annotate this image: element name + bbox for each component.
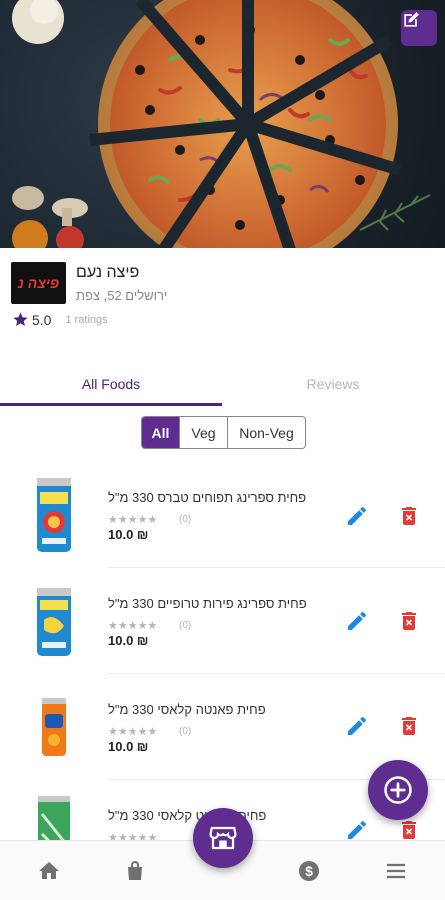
filter-veg[interactable]: Veg — [179, 417, 227, 448]
pizza-illustration — [12, 0, 431, 248]
nav-earnings[interactable]: $ — [296, 858, 322, 884]
food-ratings-count: (0) — [179, 620, 192, 631]
food-item[interactable]: פחית ספרינג פירות טרופיים 330 מ"ל ★★★★★ … — [0, 582, 445, 688]
food-ratings-count: (0) — [179, 514, 192, 525]
store-address: ירושלים 52, צפת — [76, 288, 168, 303]
edit-pencil-icon[interactable] — [345, 818, 369, 842]
tab-all-foods[interactable]: All Foods — [0, 362, 222, 406]
nav-home[interactable] — [36, 858, 62, 884]
edit-pencil-icon[interactable] — [345, 714, 369, 738]
add-circle-icon — [384, 776, 412, 804]
apple-can-icon — [37, 478, 71, 552]
ratings-count: 1 ratings — [65, 313, 108, 326]
filter-non-veg[interactable]: Non-Veg — [227, 417, 305, 448]
delete-trash-icon[interactable] — [397, 609, 421, 633]
food-price: 10.0 ₪ — [108, 527, 149, 542]
star-icon — [13, 312, 28, 327]
edit-pencil-icon[interactable] — [345, 504, 369, 528]
store-icon — [209, 826, 237, 850]
edit-square-icon — [404, 12, 419, 27]
item-divider — [108, 673, 445, 674]
bag-icon — [128, 861, 142, 880]
food-stars: ★★★★★ — [108, 620, 158, 632]
nav-menu[interactable] — [383, 858, 409, 884]
menu-icon — [387, 863, 405, 879]
tab-reviews[interactable]: Reviews — [222, 362, 444, 406]
delete-trash-icon[interactable] — [397, 504, 421, 528]
food-item[interactable]: פחית ספרינג תפוחים טברס 330 מ"ל ★★★★★ (0… — [0, 476, 445, 582]
store-rating: 5.0 1 ratings — [12, 311, 108, 328]
tab-indicator — [0, 403, 222, 406]
add-food-button[interactable] — [368, 760, 428, 820]
edit-pencil-icon[interactable] — [345, 609, 369, 633]
food-ratings-count: (0) — [179, 726, 192, 737]
svg-text:$: $ — [305, 863, 313, 879]
cover-image — [0, 0, 445, 248]
food-name: פחית ספרינג פירות טרופיים 330 מ"ל — [108, 596, 307, 611]
food-price: 10.0 ₪ — [108, 739, 149, 754]
food-name: פחית פאנטה קלאסי 330 מ"ל — [108, 702, 266, 717]
tab-bar: All Foods Reviews — [0, 362, 445, 406]
store-logo: פיצה נ — [11, 262, 66, 304]
food-price: 10.0 ₪ — [108, 633, 149, 648]
nav-orders[interactable] — [122, 858, 148, 884]
food-stars: ★★★★★ — [108, 514, 158, 526]
delete-trash-icon[interactable] — [397, 818, 421, 842]
filter-all[interactable]: All — [142, 417, 179, 448]
food-stars: ★★★★★ — [108, 726, 158, 738]
fanta-can-icon — [42, 698, 66, 756]
food-name: פחית ספרינג תפוחים טברס 330 מ"ל — [108, 490, 307, 505]
rating-value: 5.0 — [32, 311, 52, 328]
store-name: פיצה נעם — [76, 264, 140, 281]
store-logo-text: פיצה נ — [17, 275, 60, 291]
item-divider — [108, 567, 445, 568]
dollar-icon: $ — [299, 861, 319, 881]
store-button[interactable] — [193, 808, 253, 868]
home-icon — [39, 862, 59, 879]
tropical-can-icon — [37, 588, 71, 656]
edit-cover-button[interactable] — [401, 10, 437, 46]
diet-filter: All Veg Non-Veg — [141, 416, 306, 449]
delete-trash-icon[interactable] — [397, 714, 421, 738]
